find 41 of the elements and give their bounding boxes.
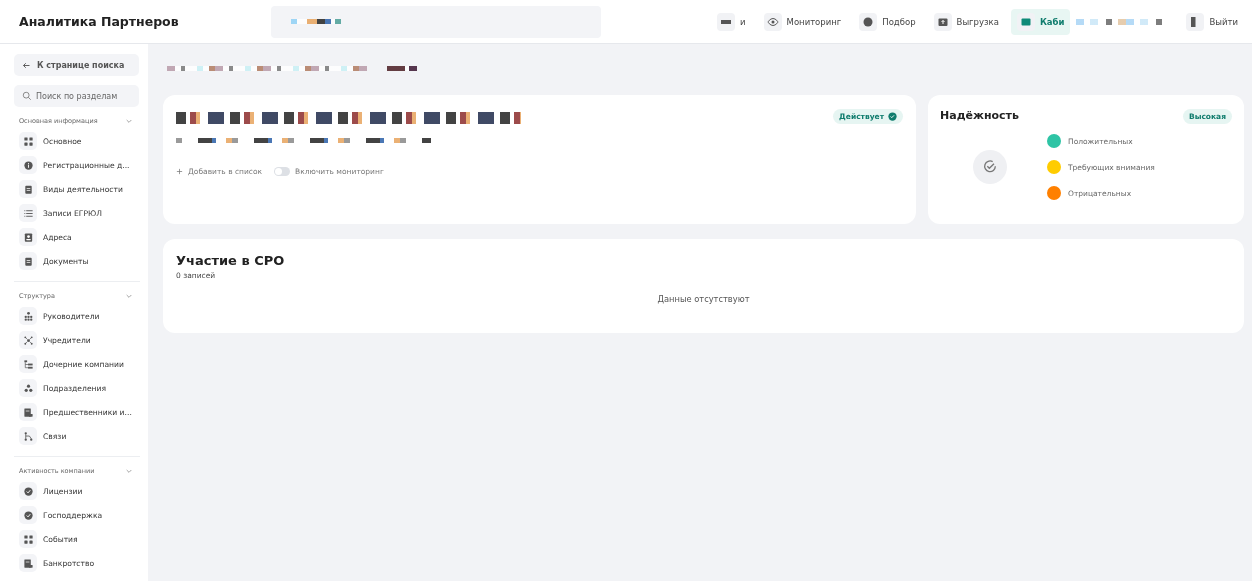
card-title: Участие в СРО: [176, 253, 286, 268]
check-circle-icon: [973, 150, 1007, 184]
plus-icon: [176, 168, 183, 175]
section-icon: [22, 207, 34, 219]
chevron-icon[interactable]: [125, 467, 133, 475]
search-field[interactable]: [271, 5, 601, 38]
redacted-block: [387, 65, 417, 71]
section-icon: [22, 406, 34, 418]
section-icon: [22, 183, 34, 195]
chevron-icon[interactable]: [125, 117, 133, 125]
toggle-switch[interactable]: [274, 167, 291, 176]
redacted-block: [291, 19, 341, 24]
nav-tab[interactable]: и: [711, 8, 752, 35]
chevron-icon[interactable]: [125, 292, 133, 300]
section-icon: [22, 485, 34, 497]
eye-icon: [766, 15, 779, 28]
section-icon: [22, 382, 34, 394]
section-icon: [22, 255, 34, 267]
section-icon: [22, 231, 34, 243]
section-icon: [22, 358, 34, 370]
back-button[interactable]: К странице поиска: [14, 54, 139, 76]
app-title: Аналитика Партнеров: [19, 14, 180, 29]
section-icon: [22, 135, 34, 147]
section-icon: [22, 334, 34, 346]
card-title: Надёжность: [940, 109, 1019, 122]
nav-tab[interactable]: Выгрузка: [927, 8, 1005, 35]
section-icon: [22, 310, 34, 322]
search-field[interactable]: Поиск по разделам: [14, 85, 139, 107]
check-icon: [888, 112, 897, 121]
nav-tab[interactable]: Мониторинг: [757, 8, 848, 35]
section-icon: [22, 533, 34, 545]
nav-tab[interactable]: Выйти: [1180, 8, 1244, 35]
section-icon: [22, 557, 34, 569]
section-icon: [22, 430, 34, 442]
nav-tab[interactable]: Подбор: [853, 8, 922, 35]
arrow-left-icon: [22, 60, 31, 70]
circle-icon: [862, 15, 875, 28]
empty-message: Данные отсутствуют: [656, 294, 751, 304]
section-icon: [22, 159, 34, 171]
section-icon: [22, 509, 34, 521]
nav-tab[interactable]: Каби: [1010, 8, 1071, 35]
